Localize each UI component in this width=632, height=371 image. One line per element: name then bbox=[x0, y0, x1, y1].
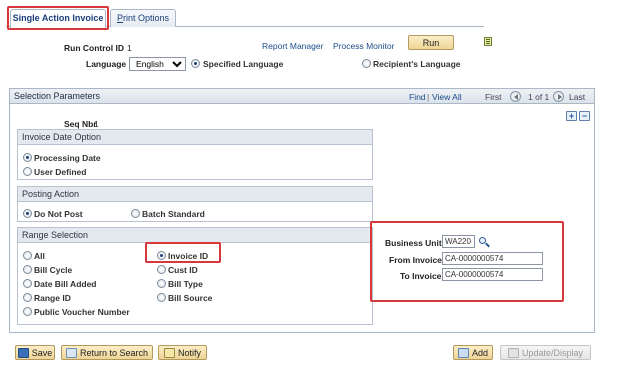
save-button-label: Save bbox=[31, 347, 53, 358]
batch-standard-label: Batch Standard bbox=[142, 209, 205, 219]
language-select[interactable]: English bbox=[129, 57, 186, 71]
report-manager-link[interactable]: Report Manager bbox=[262, 41, 323, 51]
notify-label: Notify bbox=[177, 347, 201, 358]
previous-row-icon[interactable] bbox=[510, 91, 521, 102]
find-separator: | bbox=[427, 92, 430, 102]
to-invoice-label: To Invoice bbox=[400, 271, 442, 281]
lookup-icon[interactable] bbox=[478, 236, 490, 248]
return-to-search-label: Return to Search bbox=[79, 347, 149, 358]
range-public-voucher-label: Public Voucher Number bbox=[34, 307, 130, 317]
user-defined-radio[interactable] bbox=[23, 167, 32, 176]
run-control-label: Run Control ID bbox=[64, 43, 124, 53]
range-range-id-label: Range ID bbox=[34, 293, 71, 303]
add-label: Add bbox=[471, 347, 488, 358]
selection-parameters-title: Selection Parameters bbox=[14, 91, 101, 101]
posting-action-header: Posting Action bbox=[18, 187, 372, 202]
tab-print-options[interactable]: Print Options bbox=[110, 9, 176, 27]
range-all-radio[interactable] bbox=[23, 251, 32, 260]
first-label[interactable]: First bbox=[485, 92, 502, 102]
specified-language-label: Specified Language bbox=[203, 59, 284, 69]
business-unit-label: Business Unit bbox=[385, 238, 442, 248]
do-not-post-label: Do Not Post bbox=[34, 209, 83, 219]
from-invoice-input[interactable] bbox=[442, 252, 543, 265]
notify-button[interactable]: Notify bbox=[158, 345, 207, 360]
to-invoice-input[interactable] bbox=[442, 268, 543, 281]
language-label: Language bbox=[86, 59, 127, 69]
view-all-link[interactable]: View All bbox=[432, 92, 462, 102]
from-invoice-label: From Invoice bbox=[389, 255, 442, 265]
posting-action-title: Posting Action bbox=[22, 189, 80, 199]
range-invoice-id-label: Invoice ID bbox=[168, 251, 209, 261]
notify-envelope-icon bbox=[163, 347, 175, 358]
update-display-icon bbox=[507, 347, 519, 358]
range-all-label: All bbox=[34, 251, 45, 261]
range-selection-header: Range Selection bbox=[18, 228, 372, 243]
do-not-post-radio[interactable] bbox=[23, 209, 32, 218]
tab-print-options-rest: rint Options bbox=[122, 13, 170, 23]
next-row-icon[interactable] bbox=[553, 91, 564, 102]
run-control-value: 1 bbox=[127, 43, 132, 53]
range-cust-id-radio[interactable] bbox=[157, 265, 166, 274]
processing-date-label: Processing Date bbox=[34, 153, 101, 163]
delete-row-icon[interactable]: − bbox=[579, 111, 590, 121]
range-selection-title: Range Selection bbox=[22, 230, 89, 240]
add-icon bbox=[457, 347, 469, 358]
range-invoice-id-radio[interactable] bbox=[157, 251, 166, 260]
last-label[interactable]: Last bbox=[569, 92, 585, 102]
recipients-language-radio[interactable] bbox=[362, 59, 371, 68]
range-cust-id-label: Cust ID bbox=[168, 265, 198, 275]
seq-nbr-label: Seq Nbr bbox=[64, 119, 97, 129]
range-bill-type-radio[interactable] bbox=[157, 279, 166, 288]
find-link[interactable]: Find bbox=[409, 92, 426, 102]
processing-date-radio[interactable] bbox=[23, 153, 32, 162]
specified-language-radio[interactable] bbox=[191, 59, 200, 68]
return-to-search-button[interactable]: Return to Search bbox=[61, 345, 153, 360]
add-button[interactable]: Add bbox=[453, 345, 493, 360]
update-display-button[interactable]: Update/Display bbox=[500, 345, 591, 360]
row-counter: 1 of 1 bbox=[528, 92, 550, 102]
search-list-icon bbox=[65, 347, 77, 358]
range-date-bill-added-label: Date Bill Added bbox=[34, 279, 97, 289]
process-icon[interactable] bbox=[484, 37, 492, 46]
selection-parameters-header: Selection Parameters bbox=[10, 89, 594, 104]
save-icon bbox=[17, 347, 29, 358]
process-monitor-link[interactable]: Process Monitor bbox=[333, 41, 394, 51]
range-bill-source-label: Bill Source bbox=[168, 293, 213, 303]
range-bill-type-label: Bill Type bbox=[168, 279, 203, 289]
seq-nbr-value: 1 bbox=[94, 119, 99, 129]
range-bill-cycle-label: Bill Cycle bbox=[34, 265, 73, 275]
recipients-language-label: Recipient's Language bbox=[373, 59, 461, 69]
batch-standard-radio[interactable] bbox=[131, 209, 140, 218]
invoice-date-option-header: Invoice Date Option bbox=[18, 130, 372, 145]
update-display-label: Update/Display bbox=[521, 347, 584, 358]
tab-single-action-invoice[interactable]: Single Action Invoice bbox=[10, 9, 106, 28]
user-defined-label: User Defined bbox=[34, 167, 87, 177]
add-row-icon[interactable]: + bbox=[566, 111, 577, 121]
invoice-date-option-title: Invoice Date Option bbox=[22, 132, 102, 142]
range-range-id-radio[interactable] bbox=[23, 293, 32, 302]
range-public-voucher-radio[interactable] bbox=[23, 307, 32, 316]
range-bill-cycle-radio[interactable] bbox=[23, 265, 32, 274]
save-button[interactable]: Save bbox=[15, 345, 55, 360]
run-button[interactable]: Run bbox=[408, 35, 454, 50]
business-unit-input[interactable] bbox=[442, 235, 475, 248]
range-date-bill-added-radio[interactable] bbox=[23, 279, 32, 288]
range-bill-source-radio[interactable] bbox=[157, 293, 166, 302]
